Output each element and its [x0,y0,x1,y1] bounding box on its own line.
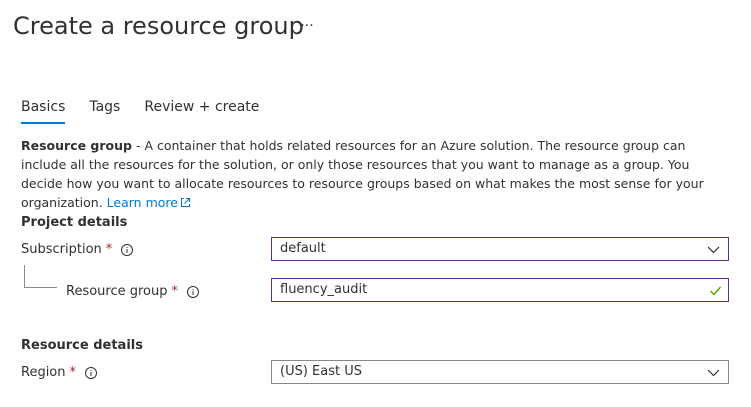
description-term: Resource group [21,138,132,153]
region-value: (US) East US [280,364,362,379]
external-link-icon [180,198,190,207]
info-icon[interactable] [84,366,98,380]
tab-basics[interactable]: Basics [21,97,66,125]
tab-tags[interactable]: Tags [89,97,120,125]
tree-connector [24,265,57,288]
checkmark-icon [710,286,722,296]
resource-group-label-text: Resource group [66,284,168,299]
required-asterisk: * [69,365,77,380]
subscription-label: Subscription * [21,241,134,259]
resource-group-description: Resource group - A container that holds … [21,136,721,212]
learn-more-link[interactable]: Learn more [107,195,191,210]
region-label: Region * [21,364,98,382]
subscription-dropdown[interactable]: default [271,237,729,261]
required-asterisk: * [105,242,113,257]
more-options-button[interactable]: ··· [296,14,318,38]
project-details-heading: Project details [21,215,128,230]
tab-bar: Basics Tags Review + create [21,97,283,125]
tab-review-create[interactable]: Review + create [144,97,259,125]
chevron-down-icon [707,369,720,377]
resource-group-label: Resource group * [66,283,200,301]
learn-more-label: Learn more [106,195,178,210]
region-label-text: Region [21,365,66,380]
region-dropdown[interactable]: (US) East US [271,360,729,384]
subscription-value: default [280,241,326,256]
resource-group-value: fluency_audit [280,282,368,297]
info-icon[interactable] [186,285,200,299]
resource-group-input[interactable]: fluency_audit [271,278,729,302]
subscription-label-text: Subscription [21,242,102,257]
chevron-down-icon [707,246,720,254]
required-asterisk: * [171,284,179,299]
resource-details-heading: Resource details [21,338,143,353]
create-resource-group-page: Create a resource group ··· Basics Tags … [0,0,751,407]
info-icon[interactable] [120,243,134,257]
page-title: Create a resource group [13,12,304,40]
